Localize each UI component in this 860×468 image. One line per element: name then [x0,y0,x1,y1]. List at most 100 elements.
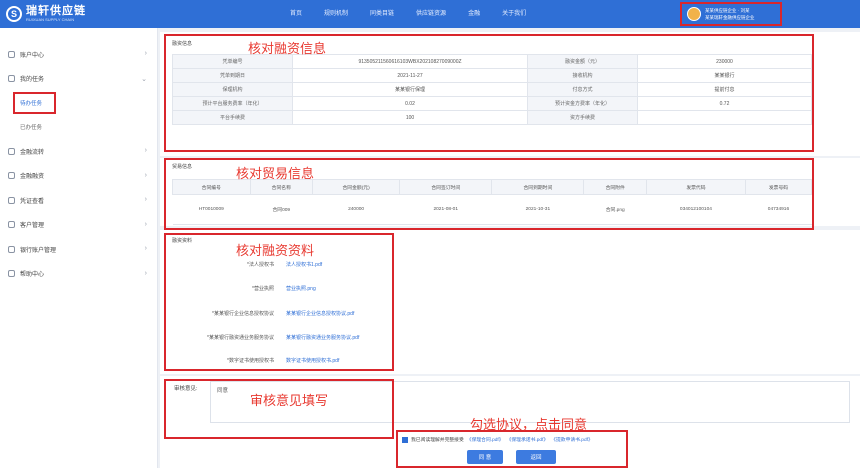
table-cell: 凭单到期日 [172,68,293,83]
sidebar-item-label: 账户中心 [20,52,45,59]
sidebar-item-label: 金融融资 [20,174,45,181]
table-row: 平台手续费 100 资方手续费 [172,110,812,125]
table-cell: 230000 [637,54,812,69]
finance-icon [8,172,15,180]
nav-item-resources[interactable]: 供应链资源 [416,8,446,17]
doc-file-link[interactable]: 某某银行企业信息授权协议.pdf [286,310,354,317]
column-header: 合同金额(元) [312,179,401,195]
table-cell: 某某银行 [637,68,812,83]
table-row: 保理机构 某某银行保理 付息方式 提前付息 [172,82,812,97]
table-cell: 保理机构 [172,82,293,97]
trade-table: 合同编号 合同名称 合同金额(元) 合同签订时间 合同到期时间 合同附件 发票代… [172,179,813,225]
table-cell: 04734916 [745,194,812,225]
user-menu[interactable]: 某某供应链企业 · 刘某 某某瑞轩金融供应链企业 [680,2,782,26]
avatar [687,7,701,21]
table-cell: 提前付息 [637,82,812,97]
table-cell: 预计平台服务费率（年化） [172,96,293,111]
agree-checkbox[interactable] [402,436,408,443]
table-cell: 资方手续费 [527,110,638,125]
column-header: 发票代码 [645,179,746,195]
user-name: 某某供应链企业 · 刘某 [705,8,750,13]
table-cell: HT0010009 [172,194,251,225]
column-header: 合同签订时间 [399,179,493,195]
nav-item-rules[interactable]: 规则机制 [324,8,348,17]
financing-annotation: 核对融资信息 [248,41,327,56]
chevron-right-icon: › [144,245,147,252]
nav-item-finance[interactable]: 金融 [468,8,480,17]
column-header: 合同到期时间 [491,179,585,195]
user-company: 某某瑞轩金融供应链企业 [705,15,755,20]
agreement-link-withdrawal[interactable]: 《提款申请书.pdf》 [551,436,593,443]
list-item: *营业执照 营业执照.png [160,285,390,292]
review-annotation: 审核意见填写 [250,393,329,408]
list-item: *某某银行企业信息授权协议 某某银行企业信息授权协议.pdf [160,310,390,317]
table-cell: 合同009 [250,194,313,225]
agreement-link-commitment[interactable]: 《保理承诺书.pdf》 [507,436,549,443]
table-cell: 0.72 [637,96,812,111]
column-header: 合同附件 [583,179,647,195]
agree-button[interactable]: 同 意 [467,450,503,464]
trade-annotation: 核对贸易信息 [236,166,315,181]
sidebar-subitem-done[interactable]: 已办任务 [0,115,157,139]
app-logo[interactable]: S 瑞轩供应链 RUIXUAN SUPPLY CHAIN [6,5,86,22]
table-cell: 融资金额（元） [527,54,638,69]
agreement-text: 我已阅读理解并完整接受 [411,438,464,443]
chevron-right-icon: › [144,50,147,57]
list-item: *数字证书使用授权书 数字证书使用授权书.pdf [160,357,390,364]
doc-label: *某某银行融资通业务服务协议 [207,335,274,341]
sidebar-item-tasks[interactable]: 我的任务 ⌄ [0,67,157,92]
sidebar-item-account[interactable]: 账户中心 › [0,42,157,67]
nav-item-home[interactable]: 首页 [290,8,302,17]
docs-annotation: 核对融资资料 [236,243,315,258]
list-item: *某某银行融资通业务服务协议 某某银行融资通业务服务协议.pdf [160,334,390,341]
sidebar-item-financing[interactable]: 金融融资 › [0,164,157,189]
docs-title: 融资资料 [172,238,193,244]
sidebar-item-bank-accounts[interactable]: 银行账户管理 › [0,237,157,262]
sidebar: 账户中心 › 我的任务 ⌄ 待办任务 已办任务 金融流转 › 金融融资 › 凭证… [0,28,158,468]
sidebar-subitem-label: 已办任务 [20,125,43,131]
back-button[interactable]: 返回 [516,450,556,464]
agree-annotation: 勾选协议，点击同意 [470,417,588,432]
bank-icon [8,245,15,253]
chevron-right-icon: › [144,147,147,154]
contract-attachment-link[interactable]: 合同.png [583,194,647,225]
table-cell: 2021-08-01 [399,194,492,225]
agreement-link-factoring-contract[interactable]: 《保理合同.pdf》 [467,436,504,443]
table-cell [637,110,812,125]
logo-name: 瑞轩供应链 [26,5,86,17]
sidebar-item-help[interactable]: 帮助中心 › [0,262,157,287]
nav-item-about[interactable]: 关于我们 [502,8,526,17]
table-cell: 100 [292,110,528,125]
transfer-icon [8,147,15,155]
doc-file-link[interactable]: 法人授权书1.pdf [286,261,322,268]
table-row: 凭单到期日 2021-11-27 接收机构 某某银行 [172,68,812,83]
table-cell: 平台手续费 [172,110,293,125]
logo-subtitle: RUIXUAN SUPPLY CHAIN [26,17,75,22]
sidebar-item-customers[interactable]: 客户管理 › [0,213,157,238]
logo-icon: S [6,5,22,22]
table-cell: 913505211560616103WBX20210827009000Z [292,54,528,69]
doc-file-link[interactable]: 数字证书使用授权书.pdf [286,357,339,364]
table-cell: 2021-11-27 [292,68,528,83]
table-cell: 0.02 [292,96,528,111]
help-icon [8,270,15,278]
nav-item-category[interactable]: 同类目链 [370,8,394,17]
review-label: 审核意见: [174,386,198,392]
doc-file-link[interactable]: 某某银行融资通业务服务协议.pdf [286,334,359,341]
voucher-icon [8,196,15,204]
chevron-right-icon: › [144,269,147,277]
sidebar-subitem-label: 待办任务 [20,101,43,107]
doc-file-link[interactable]: 营业执照.png [286,285,316,292]
sidebar-item-label: 客户管理 [20,223,45,230]
sidebar-item-circulation[interactable]: 金融流转 › [0,139,157,164]
financing-table: 凭单编号 913505211560616103WBX20210827009000… [172,54,812,125]
chevron-right-icon: › [144,196,147,203]
chevron-right-icon: › [144,171,147,179]
sidebar-subitem-pending[interactable]: 待办任务 [0,91,157,115]
table-cell: 240000 [312,194,400,225]
sidebar-item-vouchers[interactable]: 凭证查看 › [0,188,157,213]
table-cell: 2021-10-31 [491,194,584,225]
customers-icon [8,221,15,229]
sidebar-item-label: 银行账户管理 [20,247,57,254]
sidebar-item-label: 我的任务 [20,77,45,84]
